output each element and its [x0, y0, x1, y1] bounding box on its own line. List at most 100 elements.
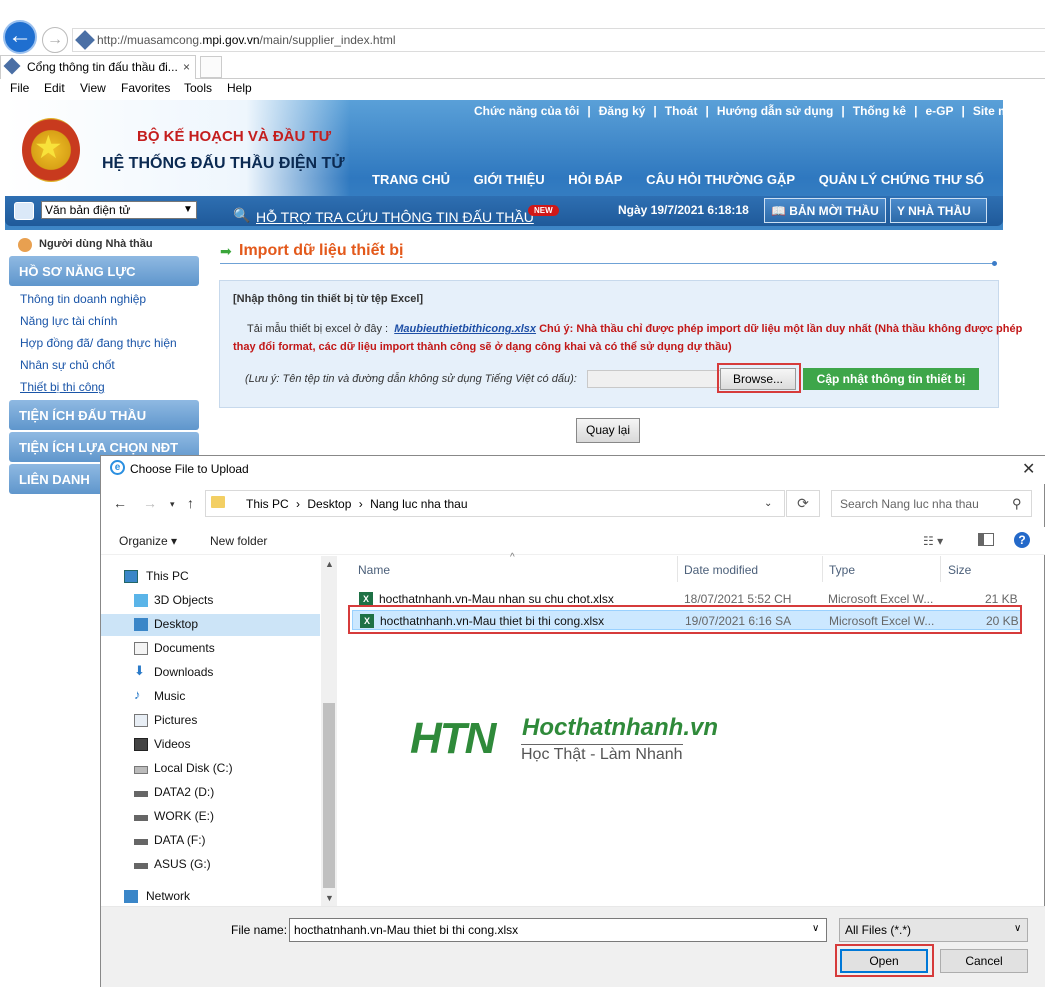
scroll-up-icon[interactable]: ▲: [325, 559, 334, 569]
search-input[interactable]: Search Nang luc nha thau: [831, 490, 1032, 517]
column-name[interactable]: Name: [358, 563, 390, 577]
column-size[interactable]: Size: [948, 563, 971, 577]
filename-note: (Lưu ý: Tên tệp tin và đường dẫn không s…: [245, 373, 577, 385]
menu-bar: File Edit View Favorites Tools Help: [0, 80, 1045, 100]
template-download-link[interactable]: Maubieuthietbithicong.xlsx: [394, 323, 536, 335]
nav-drive-f[interactable]: DATA (F:): [101, 830, 320, 852]
nav-network[interactable]: Network: [101, 886, 320, 908]
nav-downloads[interactable]: ⬇ Downloads: [101, 662, 320, 684]
nav-home[interactable]: TRANG CHỦ: [372, 172, 450, 187]
browser-tab[interactable]: Cổng thông tin đấu thầu đi...: [0, 55, 196, 79]
file-path-input[interactable]: [587, 370, 721, 388]
column-separator: [822, 556, 823, 582]
forward-arrow-icon[interactable]: →: [143, 495, 157, 511]
tab-close-icon[interactable]: ×: [183, 60, 190, 74]
nav-about[interactable]: GIỚI THIỆU: [474, 172, 545, 187]
plant-icon: Y: [897, 204, 909, 218]
nav-drive-d[interactable]: DATA2 (D:): [101, 782, 320, 804]
chevron-down-icon[interactable]: ▼: [180, 201, 196, 219]
nav-scrollbar-thumb[interactable]: [323, 703, 335, 888]
chevron-down-icon[interactable]: ∨: [1014, 923, 1021, 934]
sidebar-item-finance[interactable]: Năng lực tài chính: [20, 314, 117, 328]
nav-this-pc[interactable]: This PC: [101, 566, 320, 588]
menu-file[interactable]: File: [10, 81, 29, 95]
nav-videos[interactable]: Videos: [101, 734, 320, 756]
column-type[interactable]: Type: [829, 563, 855, 577]
refresh-icon[interactable]: ⟳: [786, 490, 820, 517]
preview-pane-icon[interactable]: [978, 533, 994, 546]
nav-sitemap[interactable]: Site m: [973, 104, 1009, 118]
menu-help[interactable]: Help: [227, 81, 252, 95]
nav-guide[interactable]: Hướng dẫn sử dụng: [717, 104, 834, 118]
menu-tools[interactable]: Tools: [184, 81, 212, 95]
nav-documents[interactable]: Documents: [101, 638, 320, 660]
sidebar-section-profile[interactable]: HỒ SƠ NĂNG LỰC: [9, 256, 199, 286]
breadcrumb-this-pc[interactable]: This PC: [246, 497, 289, 511]
nav-desktop[interactable]: Desktop: [101, 614, 320, 636]
path-breadcrumb[interactable]: This PC › Desktop › Nang luc nha thau: [205, 490, 785, 517]
documents-icon: [134, 642, 148, 655]
nav-faq[interactable]: CÂU HỎI THƯỜNG GẶP: [646, 172, 795, 187]
cube-icon: [134, 594, 148, 607]
nav-register[interactable]: Đăng ký: [599, 104, 646, 118]
contractor-button[interactable]: Y NHÀ THẦU: [890, 198, 987, 223]
update-equipment-button[interactable]: Cập nhật thông tin thiết bị: [803, 368, 979, 390]
path-dropdown-icon[interactable]: ⌄: [764, 498, 772, 509]
menu-edit[interactable]: Edit: [44, 81, 65, 95]
file-name-input[interactable]: hocthatnhanh.vn-Mau thiet bi thi cong.xl…: [289, 918, 827, 942]
scroll-down-icon[interactable]: ▼: [325, 893, 334, 903]
nav-my-functions[interactable]: Chức năng của tôi: [474, 104, 579, 118]
nav-drive-e[interactable]: WORK (E:): [101, 806, 320, 828]
forward-button[interactable]: →: [42, 27, 68, 53]
watermark-logo: HTN: [410, 714, 496, 763]
sidebar-item-key-staff[interactable]: Nhân sự chủ chốt: [20, 358, 115, 372]
sidebar-section-bidding-utilities[interactable]: TIỆN ÍCH ĐẤU THẦU: [9, 400, 199, 430]
back-page-button[interactable]: Quay lại: [576, 418, 640, 443]
view-options-icon[interactable]: ☷ ▾: [923, 534, 943, 548]
help-icon[interactable]: ?: [1014, 532, 1030, 548]
breadcrumb-folder[interactable]: Nang luc nha thau: [370, 497, 467, 511]
back-arrow-icon[interactable]: ←: [113, 495, 127, 511]
nav-separator: |: [914, 104, 918, 118]
menu-view[interactable]: View: [80, 81, 106, 95]
dialog-title: Choose File to Upload: [130, 462, 249, 476]
url-text[interactable]: http://muasamcong.mpi.gov.vn/main/suppli…: [97, 33, 396, 47]
cancel-button[interactable]: Cancel: [940, 949, 1028, 973]
search-icon: 🔍: [233, 207, 251, 223]
file-type-select[interactable]: All Files (*.*): [839, 918, 1028, 942]
nav-stats[interactable]: Thống kê: [853, 104, 906, 118]
sidebar-item-contracts[interactable]: Hợp đồng đã/ đang thực hiện: [20, 336, 177, 350]
close-icon[interactable]: ✕: [1022, 459, 1035, 479]
nav-local-disk-c[interactable]: Local Disk (C:): [101, 758, 320, 780]
nav-qa[interactable]: HỎI ĐÁP: [568, 172, 622, 187]
nav-certificates[interactable]: QUẢN LÝ CHỨNG THƯ SỐ: [819, 172, 984, 187]
watermark-divider: [521, 744, 683, 745]
up-arrow-icon[interactable]: ↑: [187, 495, 194, 511]
back-button[interactable]: ←: [3, 20, 37, 54]
sidebar-item-company-info[interactable]: Thông tin doanh nghiệp: [20, 292, 146, 306]
doc-type-select[interactable]: Văn bản điện tử: [41, 201, 197, 219]
invitation-button[interactable]: 📖 BẢN MỜI THẦU: [764, 198, 886, 223]
menu-favorites[interactable]: Favorites: [121, 81, 170, 95]
nav-3d-objects[interactable]: 3D Objects: [101, 590, 320, 612]
column-date[interactable]: Date modified: [684, 563, 758, 577]
drive-icon: [134, 839, 148, 845]
nav-drive-g[interactable]: ASUS (G:): [101, 854, 320, 876]
search-icon[interactable]: ⚲: [1012, 496, 1022, 512]
breadcrumb-desktop[interactable]: Desktop: [307, 497, 351, 511]
system-name: HỆ THỐNG ĐẤU THẦU ĐIỆN TỬ: [102, 155, 345, 172]
nav-music[interactable]: ♪ Music: [101, 686, 320, 708]
new-folder-button[interactable]: New folder: [210, 534, 267, 548]
chevron-down-icon[interactable]: ∨: [812, 923, 819, 934]
desktop-icon: [134, 618, 148, 631]
nav-separator: |: [961, 104, 965, 118]
support-lookup-link[interactable]: HỖ TRỢ TRA CỨU THÔNG TIN ĐẤU THẦU: [256, 209, 534, 225]
sidebar-item-equipment[interactable]: Thiết bị thi công: [20, 380, 105, 394]
nav-logout[interactable]: Thoát: [665, 104, 698, 118]
nav-egp[interactable]: e-GP: [925, 104, 953, 118]
new-tab-button[interactable]: [200, 56, 222, 78]
nav-pictures[interactable]: Pictures: [101, 710, 320, 732]
recent-chevron-icon[interactable]: ▾: [170, 499, 175, 510]
pictures-icon: [134, 714, 148, 727]
organize-button[interactable]: Organize ▾: [119, 534, 177, 548]
